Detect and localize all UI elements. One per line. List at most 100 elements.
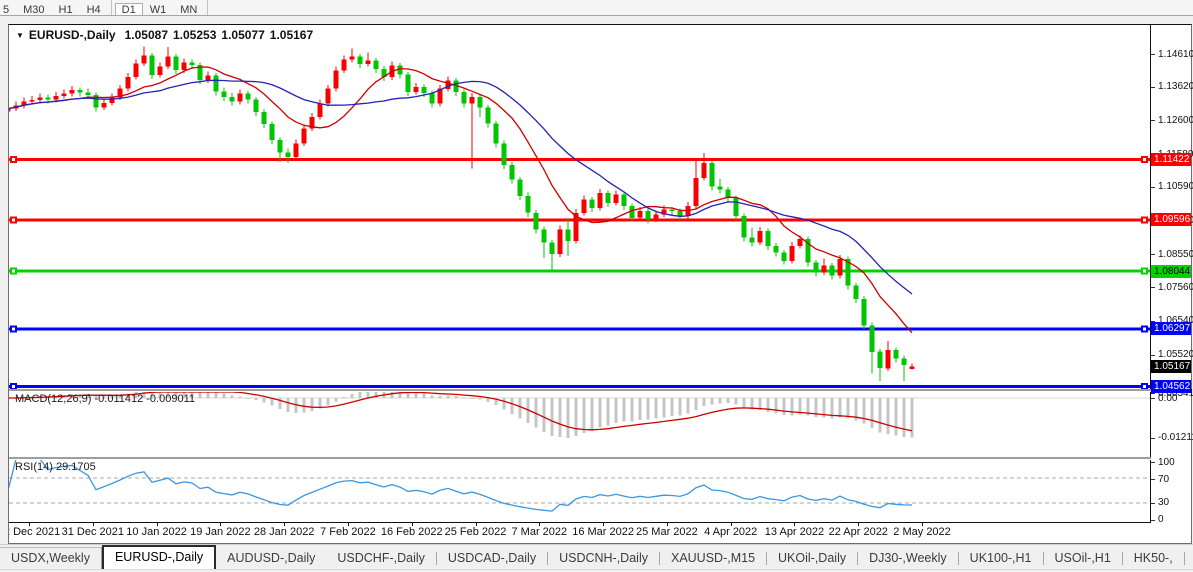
date-label: 31 Dec 2021 — [62, 526, 124, 538]
chart-dropdown-icon[interactable]: ▼ — [16, 31, 24, 40]
macd-histogram-bar — [719, 398, 722, 403]
ohlc-high: 1.05253 — [173, 28, 216, 42]
candle-body — [710, 163, 715, 186]
candle-body — [254, 100, 259, 112]
ohlc-open: 1.05087 — [125, 28, 168, 42]
chart-tab-eurusddaily[interactable]: EURUSD-,Daily — [102, 545, 216, 569]
candle-body — [230, 97, 235, 102]
macd-histogram-bar — [727, 398, 730, 403]
chart-window[interactable]: ▼EURUSD-,Daily1.050871.052531.050771.051… — [8, 24, 1192, 544]
candle-body — [566, 229, 571, 241]
timeframe-button-5[interactable]: 5 — [0, 3, 16, 16]
candle-body — [286, 153, 291, 158]
candle-body — [862, 299, 867, 326]
horizontal-line-1.11422[interactable] — [9, 158, 1150, 161]
chart-tab-usdcnhdaily[interactable]: USDCNH-,Daily — [548, 548, 659, 569]
timeframe-button-h1[interactable]: H1 — [52, 3, 80, 16]
pane-splitter[interactable] — [9, 389, 1191, 392]
horizontal-line-1.04562[interactable] — [9, 385, 1150, 388]
candle-body — [830, 266, 835, 276]
macd-histogram-bar — [623, 398, 626, 422]
candle-body — [534, 213, 539, 230]
pane-splitter[interactable] — [9, 457, 1191, 460]
candle-body — [150, 56, 155, 75]
candle-body — [318, 104, 323, 117]
macd-axis-label: 0.00 — [1158, 393, 1177, 404]
candle-body — [486, 108, 491, 124]
chart-tab-audusddaily[interactable]: AUDUSD-,Daily — [216, 548, 326, 569]
chart-tab-dj30weekly[interactable]: DJ30-,Weekly — [858, 548, 958, 569]
macd-histogram-bar — [871, 398, 874, 428]
candle-body — [678, 211, 683, 216]
candle-body — [46, 97, 51, 99]
candle-body — [414, 87, 419, 92]
candle-body — [510, 165, 515, 180]
candle-body — [134, 63, 139, 77]
candle-body — [78, 90, 83, 92]
candle-body — [9, 109, 11, 112]
price-tick: 1.12600 — [1158, 115, 1193, 126]
axis-tick-mark — [1151, 520, 1155, 521]
timeframe-button-w1[interactable]: W1 — [143, 3, 174, 16]
macd-histogram-bar — [551, 398, 554, 436]
candle-body — [766, 231, 771, 246]
macd-histogram-bar — [543, 398, 546, 432]
price-axis[interactable]: 1.146101.136201.126001.115801.105901.095… — [1151, 25, 1191, 523]
timeframe-button-mn[interactable]: MN — [173, 3, 204, 16]
candle-body — [110, 97, 115, 103]
chart-tab-uk100h1[interactable]: UK100-,H1 — [959, 548, 1043, 569]
date-label: 16 Mar 2022 — [572, 526, 634, 538]
chart-tab-usdcaddaily[interactable]: USDCAD-,Daily — [437, 548, 547, 569]
candle-body — [206, 76, 211, 81]
macd-histogram-bar — [359, 392, 362, 398]
chart-tab-usdxweekly[interactable]: USDX,Weekly — [0, 547, 102, 569]
candle-body — [542, 229, 547, 242]
horizontal-line-1.06297[interactable] — [9, 328, 1150, 331]
date-label: 10 Jan 2022 — [126, 526, 187, 538]
candle-body — [622, 195, 627, 207]
chart-tab-ukoildaily[interactable]: UKOil-,Daily — [767, 548, 857, 569]
macd-histogram-bar — [615, 398, 618, 423]
macd-histogram-bar — [239, 397, 242, 398]
rsi-label: RSI(14) 29.1705 — [15, 461, 96, 473]
candle-body — [614, 195, 619, 203]
candle-body — [30, 100, 35, 101]
chart-tab-hk50[interactable]: HK50-, — [1123, 548, 1184, 569]
macd-histogram-bar — [199, 392, 202, 398]
timeframe-button-m30[interactable]: M30 — [16, 3, 51, 16]
date-label: 22 Dec 2021 — [9, 526, 60, 538]
chart-tab-usoilh1[interactable]: USOil-,H1 — [1044, 548, 1122, 569]
time-axis[interactable]: 22 Dec 202131 Dec 202110 Jan 202219 Jan … — [9, 523, 1150, 543]
date-label: 2 May 2022 — [893, 526, 950, 538]
candle-body — [558, 229, 563, 254]
horizontal-line-1.08044[interactable] — [9, 270, 1150, 273]
chart-tab-xauusdm15[interactable]: XAUUSD-,M15 — [660, 548, 766, 569]
moving-average-ma-slow — [9, 80, 912, 294]
horizontal-line-1.09596[interactable] — [9, 218, 1150, 221]
line-handle-center — [1143, 328, 1146, 331]
macd-histogram-bar — [679, 398, 682, 415]
timeframe-button-d1[interactable]: D1 — [115, 3, 143, 16]
line-handle-center — [12, 158, 15, 161]
price-tick: 1.08550 — [1158, 249, 1193, 260]
macd-histogram-bar — [655, 398, 658, 419]
ohlc-low: 1.05077 — [221, 28, 264, 42]
macd-histogram-bar — [343, 397, 346, 398]
macd-histogram-bar — [231, 396, 234, 398]
macd-histogram-bar — [783, 398, 786, 415]
rsi-pane[interactable] — [9, 459, 1150, 522]
timeframe-button-h4[interactable]: H4 — [80, 3, 108, 16]
candle-body — [374, 61, 379, 69]
axis-tick-mark — [1151, 254, 1155, 255]
price-level-badge: 1.04562 — [1151, 380, 1191, 393]
candle-body — [294, 143, 299, 157]
chart-tab-usdchfdaily[interactable]: USDCHF-,Daily — [326, 548, 436, 569]
candle-body — [430, 93, 435, 104]
macd-histogram-bar — [887, 398, 890, 434]
macd-histogram-bar — [215, 392, 218, 398]
macd-histogram-bar — [503, 398, 506, 410]
macd-histogram-bar — [559, 398, 562, 437]
price-chart-pane[interactable] — [9, 25, 1150, 389]
macd-histogram-bar — [335, 398, 338, 401]
candle-body — [62, 94, 67, 96]
